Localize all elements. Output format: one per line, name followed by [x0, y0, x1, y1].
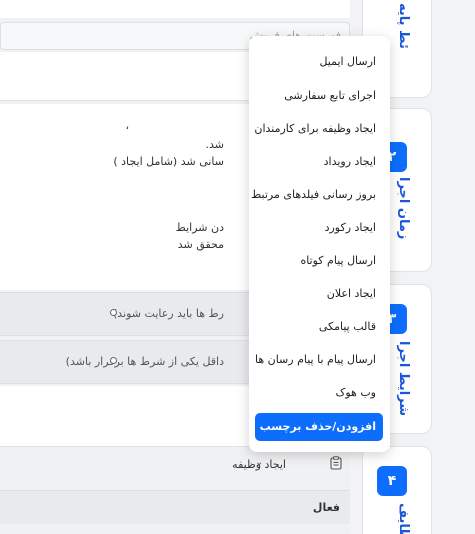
menu-item-send-messenger[interactable]: ارسال پیام با پیام رسان ها — [255, 346, 378, 374]
menu-item-webhook[interactable]: وب هوک — [255, 379, 378, 407]
menu-item-send-email[interactable]: ارسال ایمیل — [255, 48, 378, 76]
menu-item-create-record[interactable]: ایجاد رکورد — [255, 214, 378, 242]
condition-any-text: داقل یکی از شرط ها برقرار باشد) — [65, 355, 224, 368]
menu-item-create-employee-task[interactable]: ایجاد وظیفه برای کارمندان — [254, 115, 378, 143]
condition-any-radio[interactable] — [110, 357, 117, 364]
menu-item-update-related-fields[interactable]: بروز رسانی فیلدهای مرتبط — [251, 181, 378, 209]
option-text-a: ، — [125, 119, 129, 132]
create-task-dropdown[interactable]: ⌄ ایجاد وظیفه — [0, 456, 350, 476]
option-text-b: شد. — [205, 138, 225, 151]
option-text-e: محقق شد — [177, 238, 224, 251]
step-3-label: شرایط اجرا — [396, 341, 411, 417]
clipboard-icon — [330, 456, 342, 470]
step-2-label: زمان اجرا — [396, 177, 411, 240]
menu-item-run-custom-function[interactable]: اجرای تابع سفارشی — [255, 82, 378, 110]
step-4-label: وظایف — [396, 503, 411, 534]
menu-item-add-remove-tag[interactable]: افزودن/حذف برچسب — [255, 413, 383, 441]
menu-item-create-notification[interactable]: ایجاد اعلان — [255, 280, 378, 308]
active-status-label: فعال — [312, 501, 340, 514]
step-4-number: ۴ — [377, 466, 407, 496]
option-text-c: سانی شد (شامل ایجاد ) — [113, 155, 224, 168]
create-task-label: ایجاد وظیفه — [232, 458, 286, 471]
task-type-menu: ارسال ایمیل اجرای تابع سفارشی ایجاد وظیف… — [249, 36, 390, 452]
option-text-d: دن شرایط — [175, 221, 224, 234]
condition-all-radio[interactable] — [110, 309, 117, 316]
menu-item-create-event[interactable]: ایجاد رویداد — [255, 148, 378, 176]
top-band — [0, 0, 350, 18]
menu-item-send-sms[interactable]: ارسال پیام کوتاه — [255, 247, 378, 275]
active-status-bar: فعال — [0, 490, 350, 524]
menu-item-sms-template[interactable]: قالب پیامکی — [255, 313, 378, 341]
condition-all-text: رط ها باید رعایت شوند) — [113, 307, 224, 320]
step-1-label: ئط پایه — [396, 3, 411, 49]
step-4-card[interactable]: ۴ وظایف — [362, 446, 432, 534]
